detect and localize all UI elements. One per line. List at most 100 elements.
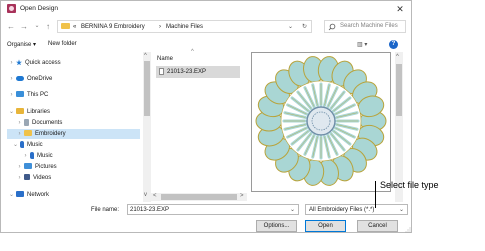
collapse-chevron-icon[interactable]: ⌄ — [7, 107, 16, 117]
expand-chevron-icon[interactable]: › — [7, 74, 16, 84]
search-icon — [328, 23, 336, 31]
file-row[interactable]: 21013-23.EXP — [156, 66, 240, 78]
folder-icon — [24, 130, 32, 137]
back-button[interactable]: ← — [6, 21, 16, 32]
expand-chevron-icon[interactable]: › — [7, 58, 16, 68]
sidebar-item-this-pc[interactable]: › This PC — [7, 90, 140, 100]
document-icon — [24, 118, 29, 126]
sidebar-item-videos[interactable]: › Videos — [7, 173, 140, 183]
expand-chevron-icon[interactable]: › — [21, 151, 30, 161]
videos-icon — [24, 174, 30, 181]
filename-field[interactable]: 21013-23.EXP ⌄ — [127, 204, 299, 215]
scroll-up-arrow-icon[interactable]: ^ — [396, 54, 399, 60]
filename-label: File name: — [91, 207, 120, 213]
monitor-icon — [16, 91, 24, 98]
sort-indicator-icon: ^ — [191, 49, 194, 55]
horizontal-scrollbar-thumb[interactable] — [161, 194, 237, 200]
file-list-horizontal-scrollbar[interactable]: < > — [151, 193, 247, 201]
filename-input[interactable]: 21013-23.EXP — [130, 207, 169, 213]
sidebar-item-libraries[interactable]: ⌄ Libraries — [7, 107, 140, 117]
command-bar: Organise ▾ New folder ▥ ▾ ? — [1, 38, 411, 52]
sidebar-item-quick-access[interactable]: › Quick access — [7, 58, 140, 68]
file-list: Name ^ 21013-23.EXP — [154, 49, 244, 201]
expand-chevron-icon[interactable]: › — [15, 118, 24, 128]
sidebar-item-label: Videos — [33, 175, 52, 181]
collapse-chevron-icon[interactable]: ⌄ — [11, 140, 20, 150]
star-icon — [16, 59, 22, 66]
search-input[interactable]: Search Machine Files — [340, 23, 398, 29]
sidebar-item-label: This PC — [27, 92, 49, 98]
window-title: Open Design — [20, 5, 58, 12]
embroidery-design-preview — [255, 56, 387, 186]
open-button[interactable]: Open — [305, 220, 346, 232]
sidebar-item-label: Quick access — [25, 60, 61, 66]
sidebar-item-label: Music — [27, 142, 43, 148]
filetype-selected-value: All Embroidery Files (*.*) — [309, 207, 375, 213]
filename-dropdown-icon[interactable]: ⌄ — [290, 206, 295, 213]
filetype-select[interactable]: All Embroidery Files (*.*) ⌄ — [305, 204, 408, 215]
app-icon — [7, 4, 16, 13]
scroll-down-arrow-icon[interactable]: v — [144, 192, 147, 198]
address-bar[interactable]: « BERNINA 9 Embroidery › Machine Files ⌄… — [57, 20, 312, 33]
recent-locations-button[interactable]: ⌄ — [32, 21, 42, 32]
scroll-left-arrow-icon[interactable]: < — [153, 193, 157, 199]
expand-chevron-icon[interactable]: › — [15, 129, 24, 139]
help-button[interactable]: ? — [389, 40, 398, 49]
music-icon — [20, 140, 24, 148]
sidebar-item-music[interactable]: ⌄ Music — [7, 140, 140, 150]
sidebar-item-label: Documents — [32, 120, 63, 126]
cancel-button[interactable]: Cancel — [357, 220, 398, 232]
file-icon — [159, 68, 164, 75]
sidebar-item-label: OneDrive — [27, 76, 53, 82]
sidebar-item-music-sub[interactable]: › Music — [7, 151, 140, 161]
refresh-button[interactable]: ↻ — [302, 23, 307, 31]
resize-grip-icon[interactable] — [405, 227, 411, 233]
sidebar-scrollbar-thumb[interactable] — [144, 61, 150, 116]
column-header-name[interactable]: Name — [157, 56, 173, 62]
center-medallion — [306, 106, 336, 136]
callout-line — [375, 181, 376, 208]
sidebar-item-onedrive[interactable]: › OneDrive — [7, 74, 140, 84]
address-folder-icon — [61, 23, 70, 30]
sidebar-item-embroidery[interactable]: › Embroidery — [7, 129, 140, 139]
scroll-right-arrow-icon[interactable]: > — [240, 193, 244, 199]
cloud-icon — [16, 75, 24, 81]
navigation-bar: ← → ⌄ ↑ « BERNINA 9 Embroidery › Machine… — [1, 19, 411, 35]
sidebar-item-label: Music — [37, 153, 53, 159]
sidebar-item-documents[interactable]: › Documents — [7, 118, 140, 128]
network-icon — [16, 191, 24, 198]
breadcrumb-overflow-chevron[interactable]: « — [73, 23, 76, 31]
sidebar-scrollbar[interactable]: ^ v — [143, 52, 151, 202]
new-folder-button[interactable]: New folder — [48, 41, 77, 47]
sidebar-item-label: Libraries — [27, 109, 51, 115]
view-options-button[interactable]: ▥ ▾ — [357, 41, 367, 48]
collapse-chevron-icon[interactable]: ⌄ — [7, 190, 16, 200]
breadcrumb-item-bernina[interactable]: BERNINA 9 Embroidery — [81, 23, 145, 31]
expand-chevron-icon[interactable]: › — [15, 173, 24, 183]
libraries-icon — [16, 108, 24, 115]
sidebar-item-label: Network — [27, 192, 50, 198]
scroll-up-arrow-icon[interactable]: ^ — [144, 53, 147, 59]
address-dropdown-button[interactable]: ⌄ — [288, 23, 293, 31]
close-button[interactable]: ✕ — [393, 3, 407, 15]
search-box[interactable]: Search Machine Files — [324, 20, 406, 33]
forward-button[interactable]: → — [19, 21, 29, 32]
options-button[interactable]: Options... — [256, 220, 297, 232]
breadcrumb-item-machine-files[interactable]: Machine Files — [166, 23, 203, 31]
up-button[interactable]: ↑ — [43, 21, 53, 32]
sidebar-item-label: Embroidery — [35, 131, 66, 137]
expand-chevron-icon[interactable]: › — [7, 90, 16, 100]
organise-menu[interactable]: Organise ▾ — [7, 41, 36, 48]
filetype-dropdown-icon[interactable]: ⌄ — [399, 206, 404, 213]
navigation-pane: › Quick access › OneDrive › This PC ⌄ Librar… — [1, 54, 143, 202]
music-icon — [30, 151, 34, 159]
expand-chevron-icon[interactable]: › — [15, 162, 24, 172]
sidebar-item-network[interactable]: ⌄ Network — [7, 190, 140, 200]
preview-scrollbar-thumb[interactable] — [396, 64, 402, 116]
sidebar-item-label: Pictures — [35, 164, 57, 170]
title-bar: Open Design ✕ — [1, 1, 411, 17]
breadcrumb-separator: › — [159, 24, 161, 30]
design-preview — [251, 52, 391, 192]
callout-label: Select file type — [380, 180, 439, 190]
sidebar-item-pictures[interactable]: › Pictures — [7, 162, 140, 172]
